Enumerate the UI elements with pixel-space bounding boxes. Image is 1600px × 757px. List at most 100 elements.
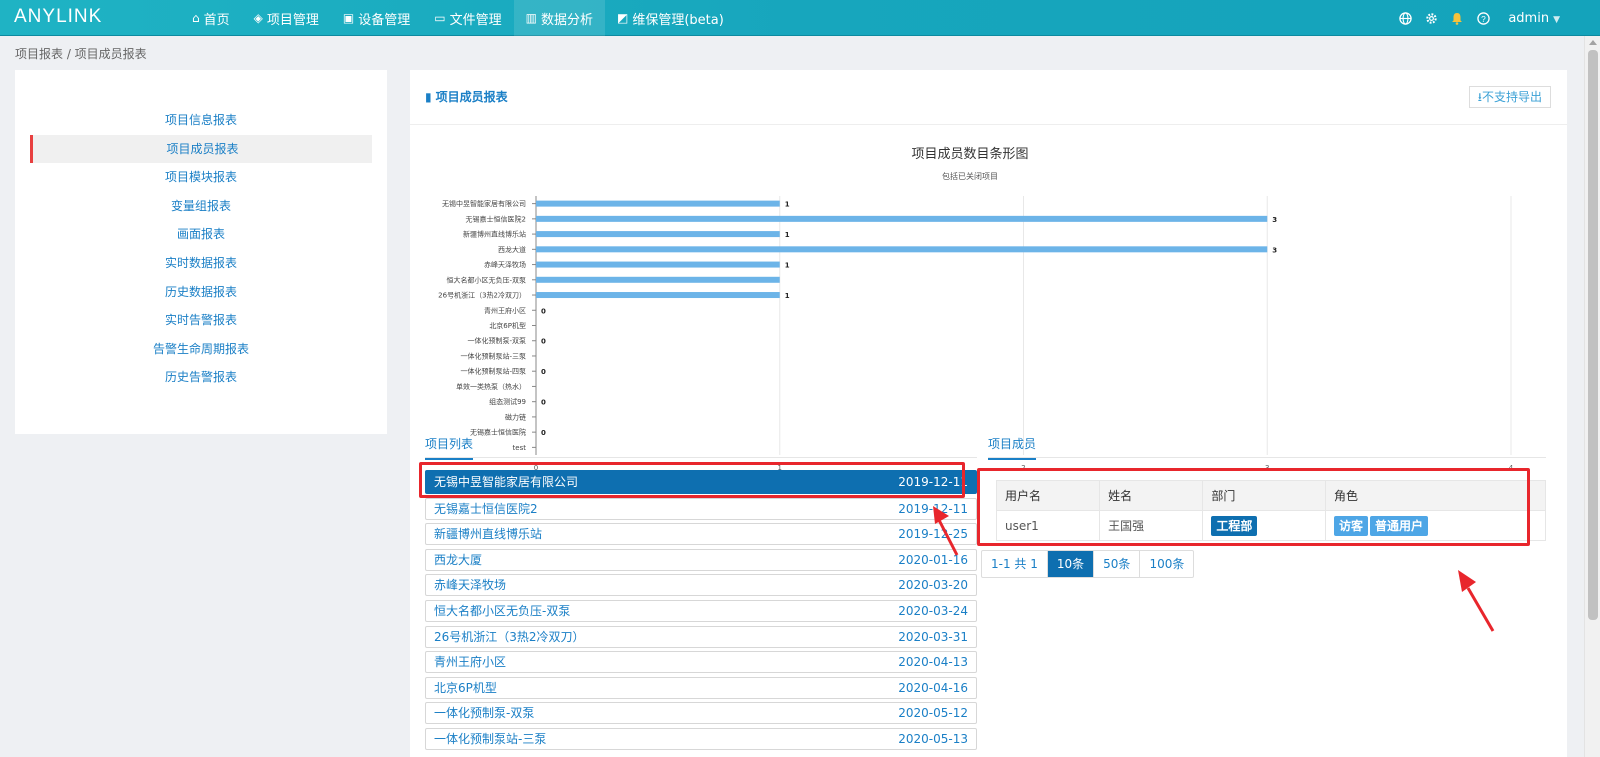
project-row[interactable]: 无锡嘉士恒信医院2 2019-12-11 xyxy=(425,497,977,520)
menu-item-4[interactable]: 画面报表 xyxy=(30,220,372,248)
nav-item-3[interactable]: ▭ 文件管理 xyxy=(422,0,513,36)
project-row[interactable]: 一体化预制泵站-三泵 2020-05-13 xyxy=(425,727,977,750)
chart-subtitle: 包括已关闭项目 xyxy=(942,171,998,181)
bell-icon[interactable] xyxy=(1450,11,1464,25)
project-name: 青州王府小区 xyxy=(434,655,507,670)
project-date: 2020-03-31 xyxy=(898,629,968,644)
bar xyxy=(536,231,780,238)
nav-item-label: 数据分析 xyxy=(540,12,593,28)
chart-title: 项目成员数目条形图 xyxy=(911,146,1028,162)
project-row[interactable]: 西龙大厦 2020-01-16 xyxy=(425,548,977,571)
nav-item-1[interactable]: ◈ 项目管理 xyxy=(242,0,331,36)
breadcrumb: 项目报表 / 项目成员报表 xyxy=(15,47,147,61)
y-tick-label: 单效一类热泵（热水） xyxy=(456,382,526,391)
page-scrollbar[interactable] xyxy=(1584,36,1600,757)
y-tick-label: 一体化预制泵站-四泵 xyxy=(460,367,526,376)
panel-title: ▮ 项目成员报表 xyxy=(425,88,508,105)
y-tick-label: 磁力链 xyxy=(505,412,526,421)
top-navbar: ANYLINK ⌂ 首页 ◈ 项目管理 ▣ 设备管理 ▭ 文件管理 ▥ 数据分析 ◩ 维保管理(bet… xyxy=(0,0,1600,36)
project-name: 新疆博州直线博乐站 xyxy=(434,527,543,542)
device-icon: ▣ xyxy=(342,11,355,25)
y-tick-label: 青州王府小区 xyxy=(484,306,526,315)
tab-underline xyxy=(988,457,1546,458)
bar xyxy=(536,200,780,207)
project-date: 2020-03-24 xyxy=(898,603,968,618)
data-label: 0 xyxy=(541,429,546,437)
panel-title-text: 项目成员报表 xyxy=(435,90,508,104)
export-button[interactable]: ⭳不支持导出 xyxy=(1468,86,1551,108)
layers-icon: ◈ xyxy=(253,11,263,25)
page-size-option[interactable]: 100条 xyxy=(1140,551,1193,577)
project-date: 2020-03-20 xyxy=(898,578,968,593)
menu-item-0[interactable]: 项目信息报表 xyxy=(30,106,372,134)
report-menu: 项目信息报表 项目成员报表 项目模块报表 变量组报表 画面报表 实时数据报表 历史数据报表实… xyxy=(15,70,387,434)
annotation-arrow xyxy=(1458,570,1495,632)
bar xyxy=(536,276,780,283)
data-label: 0 xyxy=(541,399,546,407)
highlight-box xyxy=(977,468,1530,546)
bar xyxy=(536,215,1268,222)
nav-item-label: 文件管理 xyxy=(449,12,502,28)
help-icon[interactable]: ? xyxy=(1476,11,1490,25)
nav-item-0[interactable]: ⌂ 首页 xyxy=(180,0,242,36)
settings-icon[interactable] xyxy=(1424,11,1438,25)
wrench-icon: ◩ xyxy=(616,11,629,25)
scroll-up-icon[interactable] xyxy=(1589,40,1597,45)
project-name: 北京6P机型 xyxy=(434,680,497,695)
page-size-option[interactable]: 50条 xyxy=(1094,551,1141,577)
y-tick-label: 无锡嘉士恒信医院2 xyxy=(466,214,526,223)
y-tick-label: 赤峰天泽牧场 xyxy=(484,260,526,269)
project-row[interactable]: 26号机浙江（3热2冷双刀） 2020-03-31 xyxy=(425,625,977,648)
project-list: 无锡中昱智能家居有限公司 2019-12-11 无锡嘉士恒信医院2 2019-12-1… xyxy=(425,470,977,754)
project-name: 无锡嘉士恒信医院2 xyxy=(434,501,538,516)
y-tick-label: 无锡嘉士恒信医院 xyxy=(470,428,526,437)
project-row[interactable]: 一体化预制泵-双泵 2020-05-12 xyxy=(425,702,977,725)
menu-item-2[interactable]: 项目模块报表 xyxy=(30,163,372,191)
nav-item-5[interactable]: ◩ 维保管理(beta) xyxy=(605,0,736,36)
project-row[interactable]: 青州王府小区 2020-04-13 xyxy=(425,651,977,674)
menu-item-6[interactable]: 历史数据报表 xyxy=(30,278,372,306)
project-name: 26号机浙江（3热2冷双刀） xyxy=(434,629,585,644)
y-tick-label: 一体化预制泵-双泵 xyxy=(467,336,526,345)
chevron-down-icon: ▼ xyxy=(1553,14,1560,25)
annotation-arrow xyxy=(933,506,959,556)
pagination-summary: 1-1 共 1 xyxy=(982,551,1048,577)
pagination: 1-1 共 1 10条 50条 100条 xyxy=(981,550,1195,578)
project-date: 2020-04-16 xyxy=(898,680,968,695)
y-tick-label: 26号机浙江（3热2冷双刀） xyxy=(438,291,526,300)
chart-icon: ▥ xyxy=(525,11,537,25)
menu-item-3[interactable]: 变量组报表 xyxy=(30,192,372,220)
menu-item-8[interactable]: 告警生命周期报表 xyxy=(30,335,372,363)
nav-item-2[interactable]: ▣ 设备管理 xyxy=(331,0,422,36)
scrollbar-thumb[interactable] xyxy=(1588,50,1598,620)
nav-item-label: 设备管理 xyxy=(358,12,411,28)
bar xyxy=(536,292,780,299)
tab-underline xyxy=(425,457,977,458)
top-right-tools: ? admin ▼ xyxy=(1398,0,1560,36)
project-row[interactable]: 赤峰天泽牧场 2020-03-20 xyxy=(425,574,977,597)
nav-item-label: 首页 xyxy=(203,12,230,28)
y-tick-label: 新疆博州直线博乐站 xyxy=(463,230,526,239)
project-row[interactable]: 新疆博州直线博乐站 2019-12-25 xyxy=(425,523,977,546)
y-tick-label: 一体化预制泵站-三泵 xyxy=(460,351,526,360)
nav-item-4[interactable]: ▥ 数据分析 xyxy=(513,0,605,36)
user-menu[interactable]: admin ▼ xyxy=(1508,11,1560,26)
app-logo[interactable]: ANYLINK xyxy=(14,6,102,28)
data-label: 0 xyxy=(541,338,546,346)
project-row[interactable]: 北京6P机型 2020-04-16 xyxy=(425,676,977,699)
menu-item-7[interactable]: 实时告警报表 xyxy=(30,306,372,334)
menu-item-9[interactable]: 历史告警报表 xyxy=(30,363,372,391)
project-row[interactable]: 恒大名都小区无负压-双泵 2020-03-24 xyxy=(425,599,977,622)
globe-icon[interactable] xyxy=(1398,11,1412,25)
page-size-option[interactable]: 10条 xyxy=(1047,551,1095,577)
project-name: 一体化预制泵站-三泵 xyxy=(434,731,547,746)
menu-item-1[interactable]: 项目成员报表 xyxy=(30,134,372,163)
data-label: 1 xyxy=(785,262,790,270)
svg-text:?: ? xyxy=(1481,13,1486,23)
project-date: 2020-05-12 xyxy=(898,706,968,721)
home-icon: ⌂ xyxy=(192,11,200,25)
menu-item-5[interactable]: 实时数据报表 xyxy=(30,249,372,277)
report-panel: ▮项目成员报表 ⭳不支持导出 项目成员数目条形图包括已关闭项目01234成员数无… xyxy=(410,70,1567,757)
folder-icon: ▭ xyxy=(434,11,446,25)
y-tick-label: 西龙大道 xyxy=(498,245,526,254)
